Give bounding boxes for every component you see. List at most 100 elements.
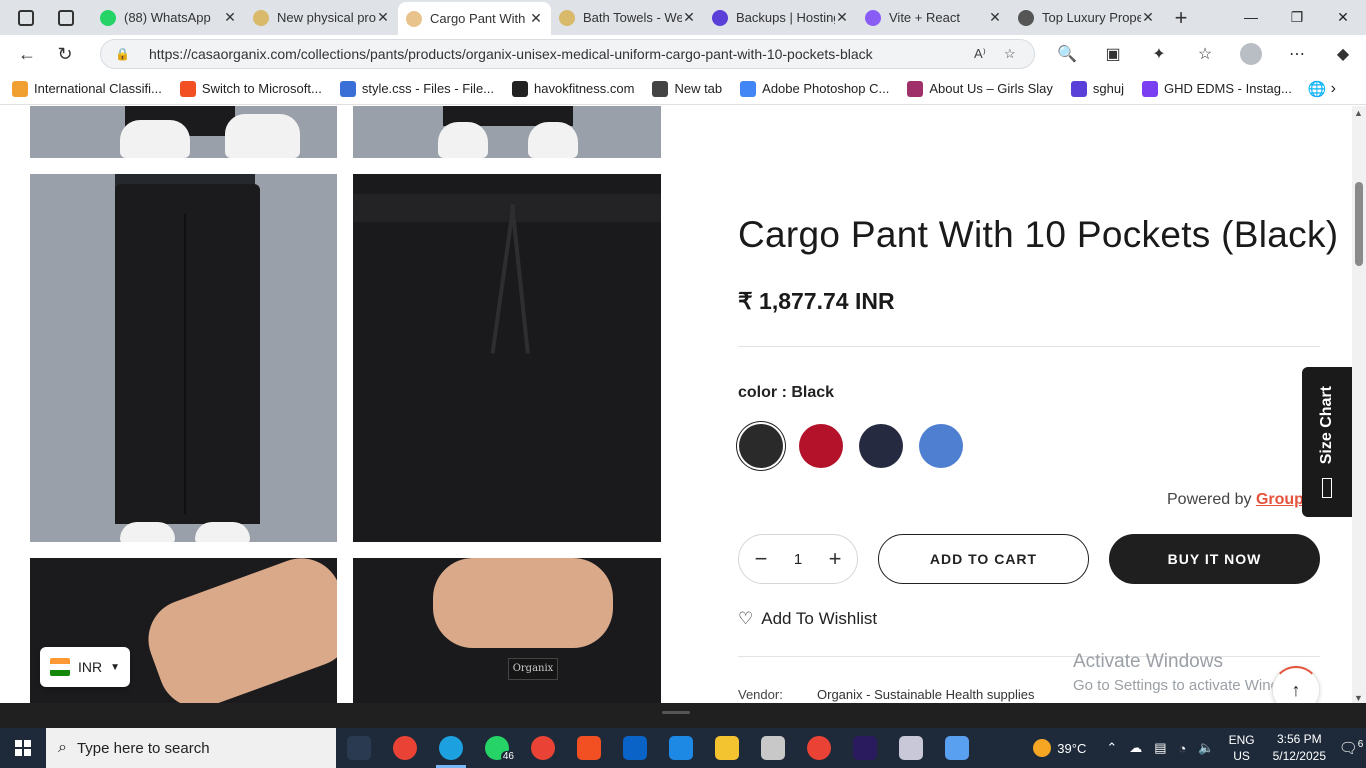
taskbar-app-dark-icon[interactable] [888,728,934,768]
taskbar-chrome-icon[interactable] [382,728,428,768]
product-image-2[interactable] [353,106,661,158]
copilot-icon[interactable]: ◆ [1320,44,1366,64]
bookmark-favicon-icon [12,80,28,97]
bookmark-label: International Classifi... [34,81,162,96]
page-scrollbar[interactable]: ▲ ▼ [1352,106,1366,703]
resize-handle[interactable] [662,711,690,714]
bookmark-label: New tab [674,81,723,96]
maximize-icon[interactable]: ❐ [1274,0,1320,35]
taskbar-vscode-icon[interactable] [658,728,704,768]
browser-tab[interactable]: Cargo Pant With ✕ [398,2,551,35]
clock[interactable]: 3:56 PM 5/12/2025 [1273,731,1326,765]
search-icon[interactable]: 🔍 [1044,44,1090,64]
taskbar-store-icon[interactable] [566,728,612,768]
browser-tab[interactable]: Top Luxury Prope ✕ [1010,0,1163,35]
taskbar-premiere-icon[interactable] [842,728,888,768]
close-tab-icon[interactable]: ✕ [376,9,390,26]
bookmark-item[interactable]: About Us – Girls Slay [907,80,1053,97]
scroll-up-icon[interactable]: ▲ [1354,108,1363,118]
taskbar-whatsapp-icon[interactable]: 46 [474,728,520,768]
close-window-icon[interactable]: ✕ [1320,0,1366,35]
bookmark-item[interactable]: style.css - Files - File... [339,80,494,97]
tab-actions-icon[interactable] [58,9,74,26]
product-image-pocket-right[interactable]: Organix [353,558,661,703]
close-tab-icon[interactable]: ✕ [988,9,1002,26]
color-swatch-navy[interactable] [859,424,903,468]
bookmark-item[interactable]: havokfitness.com [512,80,634,97]
color-swatch-red[interactable] [799,424,843,468]
extension-icon[interactable]: ▣ [1090,44,1136,64]
taskbar-chrome-3-icon[interactable] [796,728,842,768]
add-to-cart-button[interactable]: ADD TO CART [878,534,1089,584]
network-icon[interactable]: ▤ [1154,740,1166,756]
globe-icon[interactable]: 🌐 [1308,80,1327,98]
color-swatch-black[interactable] [739,424,783,468]
workspaces-icon[interactable] [18,9,34,26]
product-image-back[interactable] [30,174,337,542]
bookmark-item[interactable]: New tab [652,80,723,97]
currency-selector[interactable]: INR ▼ [40,647,130,687]
start-button[interactable] [0,728,46,768]
profile-avatar[interactable] [1240,43,1262,65]
bookmark-label: About Us – Girls Slay [929,81,1053,96]
bookmark-item[interactable]: International Classifi... [12,80,162,97]
buy-now-button[interactable]: BUY IT NOW [1109,534,1320,584]
scroll-thumb[interactable] [1355,182,1363,266]
close-tab-icon[interactable]: ✕ [223,9,237,26]
chevron-right-icon[interactable]: › [1331,80,1336,98]
decrease-quantity-button[interactable]: − [753,546,769,572]
lock-icon[interactable]: 🔒 [115,47,130,61]
language-indicator[interactable]: ENG US [1229,732,1255,764]
bookmark-item[interactable]: Switch to Microsoft... [179,80,322,97]
weather-widget[interactable]: 39°C [1033,739,1086,757]
quantity-value[interactable]: 1 [794,551,802,568]
product-image-1[interactable] [30,106,337,158]
cloud-icon[interactable]: ☁ [1129,740,1142,756]
product-image-waist[interactable] [353,174,661,542]
favorites-icon[interactable]: ☆ [1182,44,1228,64]
taskbar-app-generic-icon[interactable] [750,728,796,768]
volume-icon[interactable]: 🔈 [1198,740,1214,756]
close-tab-icon[interactable]: ✕ [682,9,696,26]
back-to-top-button[interactable]: ↑ [1272,666,1320,703]
more-menu-icon[interactable]: ⋯ [1274,44,1320,64]
bookmark-item[interactable]: GHD EDMS - Instag... [1141,80,1292,97]
read-aloud-icon[interactable]: A⁾ [974,46,1004,62]
close-tab-icon[interactable]: ✕ [835,9,849,26]
browser-tab[interactable]: Vite + React ✕ [857,0,1010,35]
taskbar-outlook-icon[interactable] [612,728,658,768]
browser-tab[interactable]: New physical pro ✕ [245,0,398,35]
taskbar-search[interactable]: ⌕ Type here to search [46,728,336,768]
wifi-icon[interactable]: ◔ [1179,741,1187,756]
weather-temp: 39°C [1057,740,1087,756]
scroll-down-icon[interactable]: ▼ [1354,693,1363,703]
size-chart-tab[interactable]: Size Chart [1302,367,1352,517]
back-button[interactable]: ← [8,44,46,65]
bookmark-item[interactable]: sghuj [1070,80,1124,97]
close-tab-icon[interactable]: ✕ [1141,9,1155,26]
taskbar-feather-icon[interactable] [934,728,980,768]
browser-tab[interactable]: (88) WhatsApp ✕ [92,0,245,35]
reload-button[interactable]: ↻ [46,44,84,65]
minimize-icon[interactable]: — [1228,0,1274,35]
product-title: Cargo Pant With 10 Pockets (Black) [738,214,1339,255]
url-text[interactable]: https://casaorganix.com/collections/pant… [149,46,974,62]
add-to-wishlist-link[interactable]: ♡ Add To Wishlist [738,609,877,629]
browser-tab[interactable]: Bath Towels - We ✕ [551,0,704,35]
chevron-up-icon[interactable]: ⌃ [1106,740,1117,756]
close-tab-icon[interactable]: ✕ [529,10,543,27]
notification-center[interactable]: 🗨6 [1336,739,1366,757]
puzzle-icon[interactable]: ✦ [1136,44,1182,64]
taskbar-explorer-icon[interactable] [704,728,750,768]
favorite-star-icon[interactable]: ☆ [1004,46,1034,62]
taskbar-chrome-2-icon[interactable] [520,728,566,768]
color-swatch-blue[interactable] [919,424,963,468]
browser-tab[interactable]: Backups | Hosting ✕ [704,0,857,35]
taskbar-task-view-icon[interactable] [336,728,382,768]
vendor-value[interactable]: Organix - Sustainable Health supplies [817,687,1035,702]
taskbar-edge-icon[interactable] [428,728,474,768]
new-tab-button[interactable]: + [1163,5,1199,31]
increase-quantity-button[interactable]: + [827,546,843,572]
bookmark-item[interactable]: Adobe Photoshop C... [740,80,889,97]
address-bar[interactable]: 🔒 https://casaorganix.com/collections/pa… [100,39,1035,69]
